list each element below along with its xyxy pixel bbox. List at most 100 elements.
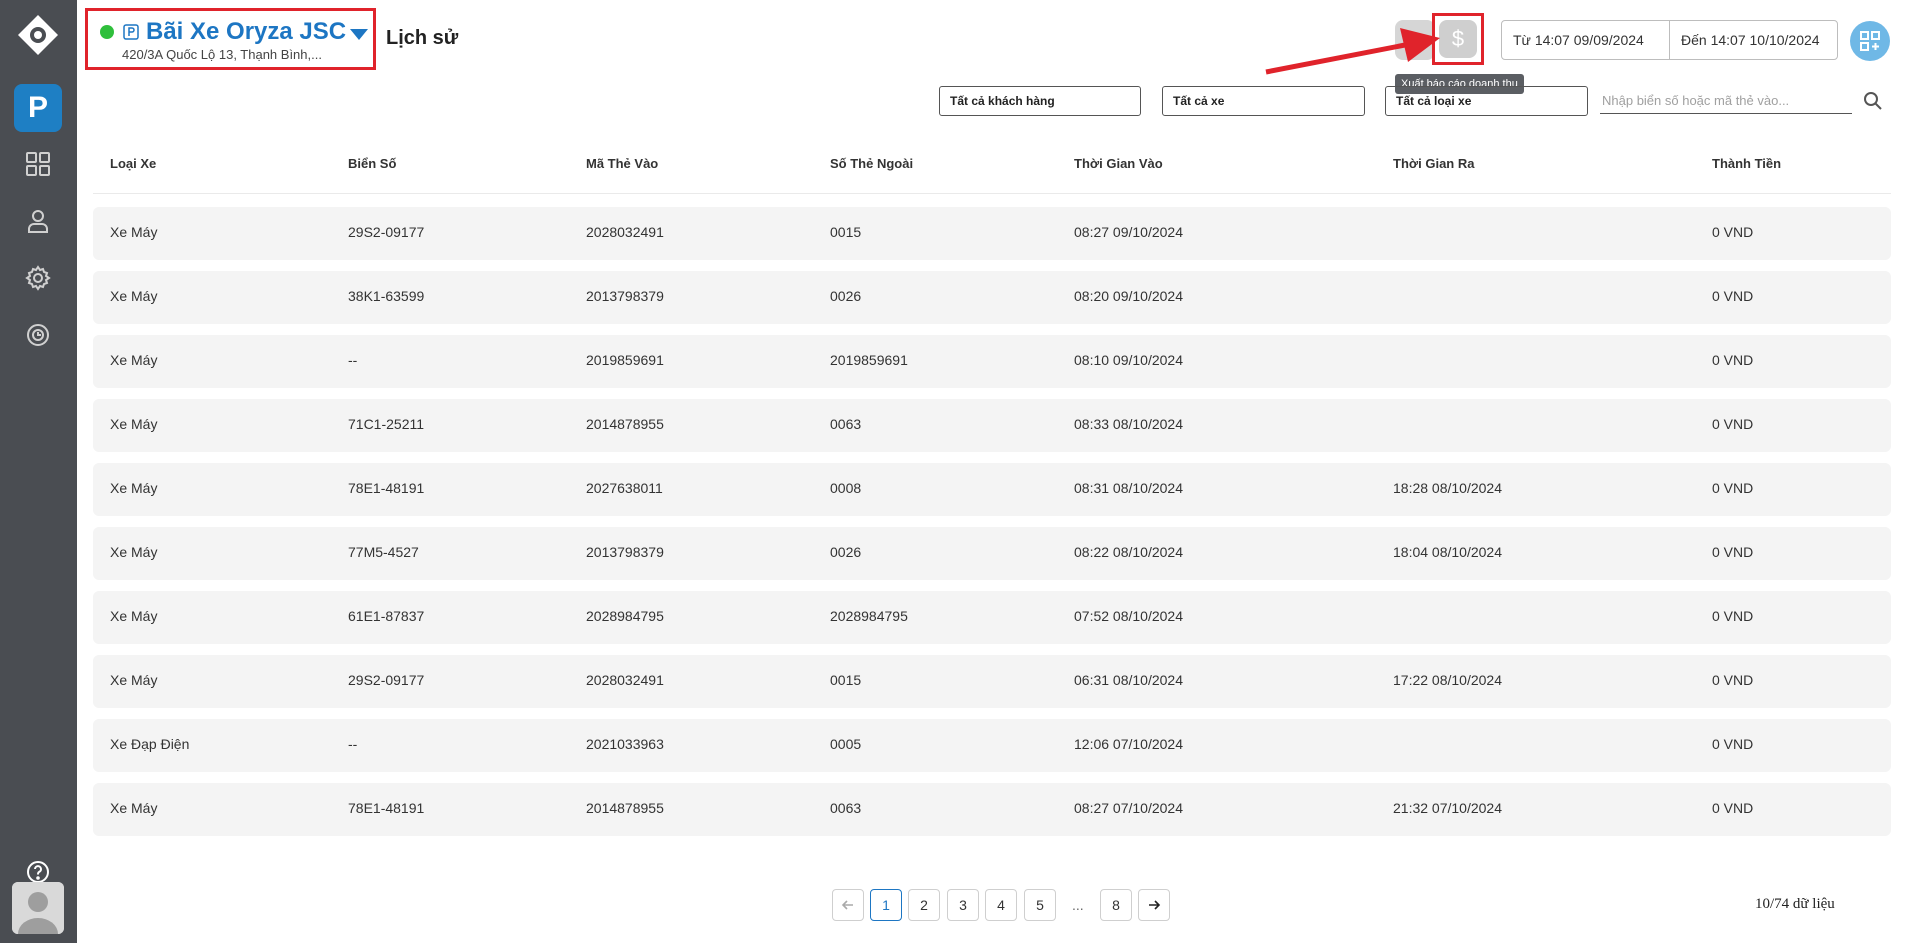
cell-external-card: 0026 [830,544,862,560]
date-to[interactable]: Đến 14:07 10/10/2024 [1670,21,1837,59]
cell-vehicle-type: Xe Máy [110,224,158,240]
column-header[interactable]: Thời Gian Ra [1393,156,1474,171]
column-header[interactable]: Loại Xe [110,156,156,171]
cell-vehicle-type: Xe Máy [110,608,158,624]
app-logo-icon[interactable] [17,14,59,56]
sidebar: P [0,0,77,943]
cell-external-card: 2019859691 [830,352,908,368]
search-icon[interactable] [1863,91,1883,111]
cell-plate: 78E1-48191 [348,800,425,816]
cell-external-card: 0063 [830,800,862,816]
cell-amount: 0 VND [1712,672,1754,688]
cell-card-in: 2027638011 [586,480,663,496]
date-from[interactable]: Từ 14:07 09/09/2024 [1502,21,1670,59]
caret-down-icon[interactable] [350,29,368,40]
search-input[interactable] [1600,88,1852,114]
cell-external-card: 0005 [830,736,862,752]
table-header: Loại Xe Biển Số Mã Thẻ Vào Số Thẻ Ngoài … [93,140,1891,194]
table-row[interactable]: Xe Máy 29S2-09177 2028032491 0015 08:27 … [93,207,1891,260]
cell-amount: 0 VND [1712,416,1754,432]
cell-external-card: 0026 [830,288,862,304]
date-range-picker[interactable]: Từ 14:07 09/09/2024 Đến 14:07 10/10/2024 [1501,20,1838,60]
cell-amount: 0 VND [1712,288,1754,304]
cell-amount: 0 VND [1712,608,1754,624]
history-icon[interactable] [24,321,52,349]
cell-external-card: 0063 [830,416,862,432]
export-revenue-button[interactable]: $ [1432,13,1484,65]
cell-vehicle-type: Xe Máy [110,480,158,496]
dashboard-icon[interactable] [24,150,52,178]
cell-time-out: 18:28 08/10/2024 [1393,480,1502,496]
cell-time-in: 08:20 09/10/2024 [1074,288,1183,304]
page-button-last[interactable]: 8 [1100,889,1132,921]
cell-time-in: 08:22 08/10/2024 [1074,544,1183,560]
cell-amount: 0 VND [1712,800,1754,816]
cell-amount: 0 VND [1712,352,1754,368]
parking-lot-selector[interactable]: Bãi Xe Oryza JSC 420/3A Quốc Lộ 13, Thạn… [85,8,376,70]
cell-amount: 0 VND [1712,544,1754,560]
prev-page-button[interactable] [832,889,864,921]
table-row[interactable]: Xe Máy 78E1-48191 2027638011 0008 08:31 … [93,463,1891,516]
parking-letter: P [27,91,48,124]
cell-plate: -- [348,352,358,368]
table-row[interactable]: Xe Máy 78E1-48191 2014878955 0063 08:27 … [93,783,1891,836]
cell-time-in: 06:31 08/10/2024 [1074,672,1183,688]
cell-amount: 0 VND [1712,224,1754,240]
cell-vehicle-type: Xe Máy [110,288,158,304]
cell-time-in: 08:33 08/10/2024 [1074,416,1183,432]
vehicle-filter[interactable]: Tất cả xe [1162,86,1365,116]
table-row[interactable]: Xe Máy 61E1-87837 2028984795 2028984795 … [93,591,1891,644]
parking-lot-name: Bãi Xe Oryza JSC [146,18,347,45]
column-header[interactable]: Mã Thẻ Vào [586,156,658,171]
cell-plate: 29S2-09177 [348,224,425,240]
grid-add-icon [1860,31,1880,51]
table-row[interactable]: Xe Máy 71C1-25211 2014878955 0063 08:33 … [93,399,1891,452]
page-title: Lịch sử [386,27,459,49]
cell-vehicle-type: Xe Đạp Điện [110,736,190,752]
column-header[interactable]: Thành Tiền [1712,156,1781,171]
column-header[interactable]: Số Thẻ Ngoài [830,156,913,171]
user-icon[interactable] [24,207,52,235]
customer-filter[interactable]: Tất cả khách hàng [939,86,1141,116]
add-widget-button[interactable] [1850,21,1890,61]
cell-time-in: 08:27 09/10/2024 [1074,224,1183,240]
table-row[interactable]: Xe Đạp Điện -- 2021033963 0005 12:06 07/… [93,719,1891,772]
cell-card-in: 2028984795 [586,608,664,624]
cell-time-out: 17:22 08/10/2024 [1393,672,1502,688]
cell-vehicle-type: Xe Máy [110,800,158,816]
cell-card-in: 2014878955 [586,800,664,816]
page-button[interactable]: 4 [985,889,1017,921]
column-header[interactable]: Thời Gian Vào [1074,156,1163,171]
toolbar-action-button[interactable] [1395,20,1435,60]
vehicle-type-filter[interactable]: Tất cả loại xe [1385,86,1588,116]
settings-icon[interactable] [24,264,52,292]
cell-card-in: 2028032491 [586,672,664,688]
cell-plate: 78E1-48191 [348,480,425,496]
table-row[interactable]: Xe Máy 77M5-4527 2013798379 0026 08:22 0… [93,527,1891,580]
parking-sign-icon [123,24,139,40]
cell-external-card: 0015 [830,672,862,688]
table-row[interactable]: Xe Máy -- 2019859691 2019859691 08:10 09… [93,335,1891,388]
page-ellipsis: ... [1072,897,1084,913]
online-status-dot [100,25,114,39]
cell-vehicle-type: Xe Máy [110,416,158,432]
page-button[interactable]: 3 [947,889,979,921]
record-count: 10/74 dữ liệu [1755,896,1835,912]
page-button[interactable]: 1 [870,889,902,921]
next-page-button[interactable] [1138,889,1170,921]
cell-card-in: 2013798379 [586,544,664,560]
table-row[interactable]: Xe Máy 38K1-63599 2013798379 0026 08:20 … [93,271,1891,324]
sidebar-item-parking[interactable]: P [14,84,62,132]
cell-time-in: 07:52 08/10/2024 [1074,608,1183,624]
arrow-left-icon [841,900,853,910]
pagination: 1 2 3 4 5 ... 8 [0,889,1916,921]
cell-plate: 77M5-4527 [348,544,419,560]
page-button[interactable]: 5 [1024,889,1056,921]
cell-vehicle-type: Xe Máy [110,352,158,368]
table-row[interactable]: Xe Máy 29S2-09177 2028032491 0015 06:31 … [93,655,1891,708]
cell-vehicle-type: Xe Máy [110,544,158,560]
cell-time-in: 08:27 07/10/2024 [1074,800,1183,816]
cell-card-in: 2013798379 [586,288,664,304]
column-header[interactable]: Biển Số [348,156,396,171]
page-button[interactable]: 2 [908,889,940,921]
